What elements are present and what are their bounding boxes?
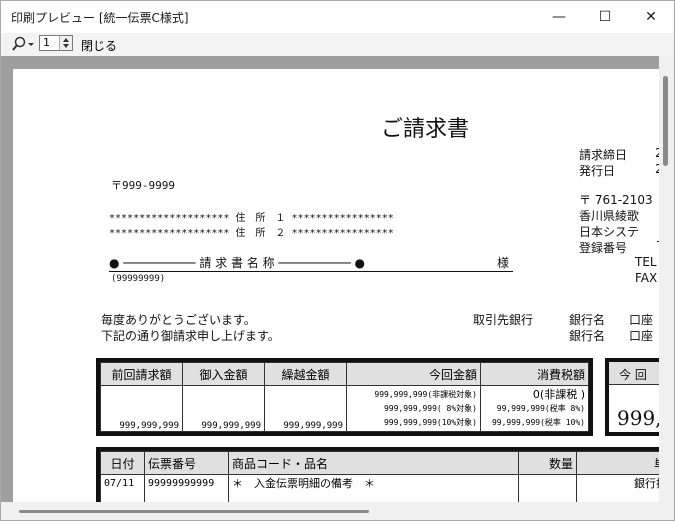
bank-name-label-1: 銀行名 [569,313,606,327]
summary-current-line-1: 999,999,999(非課税対象) [374,389,477,399]
close-window-button[interactable]: ✕ [628,1,674,33]
honorific: 様 [497,256,510,270]
summary-table: 前回請求額 御入金額 繰越金額 今回金額 消費税額 999,999,999 99… [96,358,593,436]
greeting-line-1: 毎度ありがとうございます。 [101,313,256,327]
registration-label: 登録番号 [579,241,628,255]
summary-header-current: 今回金額 [346,362,481,386]
summary-tax-line-3: 99,999,999(税率 10%) [491,417,585,427]
recipient-address-2: ******************** 住 所 ２ *************… [109,228,394,239]
detail-header-date: 日付 [100,451,145,475]
detail-item: ＊ 入金伝票明細の備考 ＊ [232,477,375,490]
summary-tax-line-2: 99,999,999(税率 8%) [496,403,585,413]
recipient-name: ● ────────── 請 求 書 名 称 ────────── ● [109,256,365,270]
recipient-address-1: ******************** 住 所 １ *************… [109,213,394,224]
total-header: 今 回 [619,368,647,382]
horizontal-scroll-thumb[interactable] [19,510,369,513]
close-date-label: 請求締日 [579,148,628,162]
preview-toolbar: 1 閉じる [1,33,674,55]
vertical-scroll-thumb[interactable] [663,76,668,166]
recipient-code: (99999999) [111,274,166,284]
scroll-corner [659,502,674,520]
summary-payment-value: 999,999,999 [201,421,261,431]
detail-slip-no: 99999999999 [148,478,215,489]
detail-header-item: 商品コード・品名 [228,451,519,475]
page-number-stepper[interactable]: 1 [39,35,73,51]
window-title: 印刷プレビュー [統一伝票C様式] [11,11,189,25]
invoice-title: ご請求書 [381,117,470,142]
issue-date-label: 発行日 [579,164,616,178]
detail-header-qty: 数量 [518,451,577,475]
title-bar: 印刷プレビュー [統一伝票C様式] — ☐ ✕ [1,1,674,33]
detail-date: 07/11 [104,478,135,489]
summary-current-line-3: 999,999,999(10%対象) [383,417,477,427]
table-row: 07/11 99999999999 ＊ 入金伝票明細の備考 ＊ 銀行振込 [100,474,659,502]
print-preview-window: 印刷プレビュー [統一伝票C様式] — ☐ ✕ 1 閉じる ご請求書 請求締日 … [0,0,675,521]
summary-previous-value: 999,999,999 [119,421,179,431]
bank-account-1: 口座 [629,313,654,327]
summary-header-carryover: 繰越金額 [264,362,347,386]
magnifier-icon [12,36,34,51]
recipient-postal: 〒999-9999 [111,179,175,192]
stepper-buttons[interactable] [59,36,72,50]
minimize-button[interactable]: — [536,1,582,33]
preview-area[interactable]: ご請求書 請求締日 2 発行日 2 〒999-9999 ************… [1,56,659,502]
summary-carryover-value: 999,999,999 [283,421,343,431]
page-number-input[interactable]: 1 [43,36,50,50]
zoom-button[interactable] [11,36,37,52]
summary-total-box: 今 回 999, [605,358,659,436]
sender-company: 日本システ [579,225,640,239]
sender-postal: 〒 761-2103 [579,193,653,207]
summary-tax-line-1: 0(非課税 ) [532,387,585,401]
detail-header-price: 単価 [576,451,659,475]
summary-header-payment: 御入金額 [182,362,265,386]
vertical-scrollbar[interactable] [659,56,674,502]
horizontal-scrollbar[interactable] [1,502,659,520]
detail-header-slip: 伝票番号 [144,451,229,475]
close-preview-button[interactable]: 閉じる [81,37,117,54]
invoice-page: ご請求書 請求締日 2 発行日 2 〒999-9999 ************… [13,69,659,502]
detail-price: 銀行振込 [634,477,659,490]
sender-fax: FAX [635,271,658,285]
sender-address: 香川県綾歌 [579,209,640,223]
maximize-button[interactable]: ☐ [582,1,628,33]
greeting-line-2: 下記の通り御請求申し上げます。 [101,329,280,343]
summary-header-tax: 消費税額 [480,362,589,386]
bank-label: 取引先銀行 [473,313,534,327]
bank-account-2: 口座 [629,329,654,343]
sender-tel: TEL [635,255,657,269]
recipient-underline [109,271,513,272]
summary-current-line-2: 999,999,999( 8%対象) [383,403,477,413]
stepper-down-icon[interactable] [63,44,69,48]
detail-table: 日付 伝票番号 商品コード・品名 数量 単価 07/11 99999999999… [96,447,659,502]
summary-header-previous: 前回請求額 [100,362,183,386]
bank-name-label-2: 銀行名 [569,329,606,343]
stepper-up-icon[interactable] [63,38,69,42]
total-value: 999, [617,406,659,430]
